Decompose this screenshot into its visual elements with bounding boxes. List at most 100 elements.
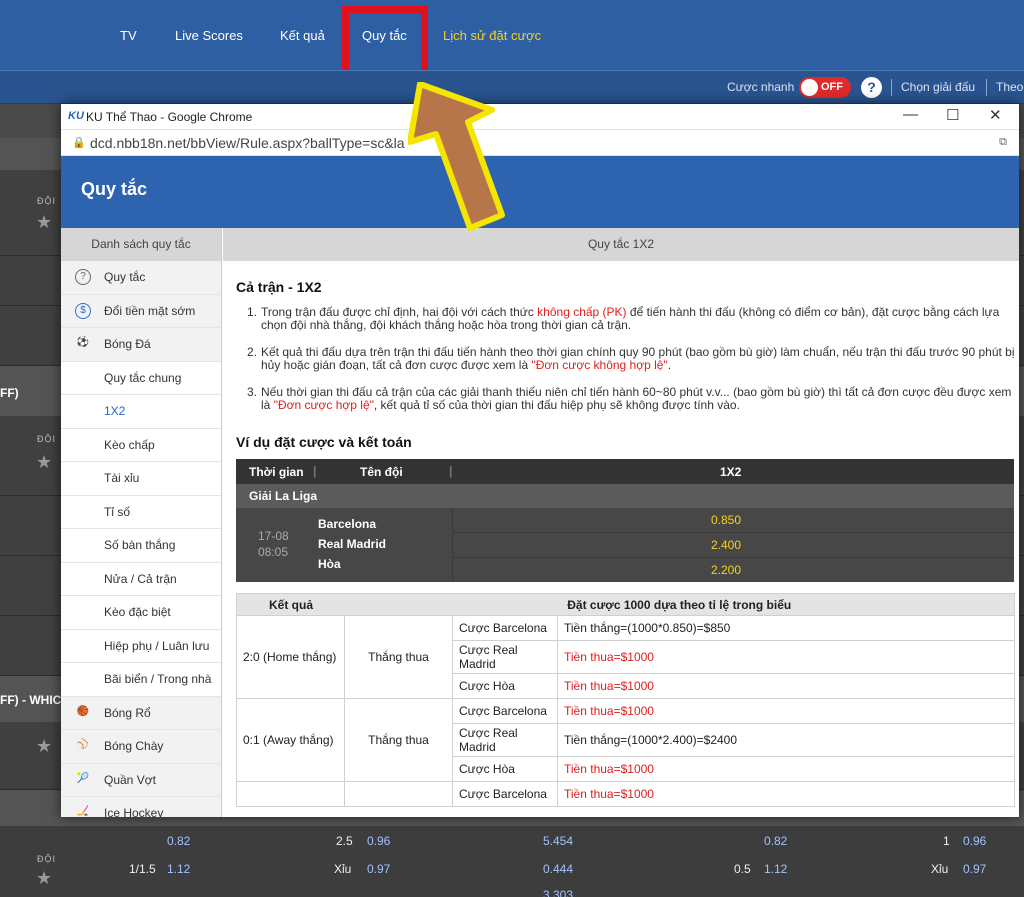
rule-text-part: Trong trận đấu được chỉ định, hai đội vớ… [261,305,538,319]
odds-line: 1 [943,834,950,848]
content-title: Quy tắc 1X2 [223,228,1019,261]
translate-icon[interactable]: ⧉ [999,136,1007,149]
sidebar-item-handicap[interactable]: Kèo chấp [61,429,221,462]
sidebar-item-ice-hockey[interactable]: 🏒 Ice Hockey [61,797,221,817]
favorite-star-icon[interactable]: ★ [36,736,52,757]
nav-live-scores[interactable]: Live Scores [175,28,243,43]
result-cell: 2:0 (Home thắng) [236,615,345,699]
draw-label: Hòa [318,557,341,571]
sidebar-item-1x2[interactable]: 1X2 [61,395,221,429]
league-tag: FF) - WHICH [0,693,70,707]
rule-highlight: "Đơn cược hợp lệ" [273,398,374,412]
help-button[interactable]: ? [861,77,882,98]
rule-number: 3. [247,385,258,399]
sidebar-item-baseball[interactable]: ⚾ Bóng Chày [61,730,221,764]
sidebar-item-correct-score[interactable]: Tỉ số [61,496,221,529]
nav-tv[interactable]: TV [120,28,137,43]
sidebar-item-rules[interactable]: ? Quy tắc [61,261,221,295]
quick-bet-toggle[interactable]: OFF [799,77,851,98]
sidebar-item-tennis[interactable]: 🎾 Quần Vợt [61,763,221,797]
odds-value[interactable]: 3.303 [543,888,573,897]
odds-draw: 2.200 [711,563,742,577]
minimize-button[interactable]: — [903,106,918,123]
team-away: Real Madrid [318,537,387,551]
odds-line: 2.5 [336,834,353,848]
outcome-cell: Tiền thua=$1000 [557,781,1015,807]
settlement-table: Kết quả Đặt cược 1000 dựa theo tỉ lệ tro… [236,593,1015,807]
odds-value[interactable]: 0.82 [764,834,787,848]
col-team: Tên đội [360,465,403,479]
divider [453,557,1014,558]
sidebar-item-special[interactable]: Kèo đặc biệt [61,596,221,630]
sidebar-item-over-under[interactable]: Tài xỉu [61,462,221,496]
choose-league-button[interactable]: Chọn giải đấu [901,80,975,94]
sidebar-item-label: Đổi tiền mặt sớm [104,303,196,318]
sidebar-item-label: Hiệp phụ / Luân lưu [104,638,210,653]
rule-number: 1. [247,305,258,319]
nav-results[interactable]: Kết quả [280,28,325,43]
bottom-odds-row: ĐỘI ★ 0.82 2.5 0.96 5.454 0.82 1 0.96 1/… [0,826,1024,897]
sidebar-item-cashout[interactable]: $ Đổi tiền mặt sớm [61,294,221,328]
address-bar[interactable]: 🔒 dcd.nbb18n.net/bbView/Rule.aspx?ballTy… [61,130,1019,156]
toggle-knob [801,79,818,96]
odds-value[interactable]: 0.96 [963,834,986,848]
sidebar-item-football[interactable]: ⚽ Bóng Đá [61,328,221,362]
divider [986,79,987,96]
team-home: Barcelona [318,517,377,531]
rules-header: Quy tắc [61,156,1019,228]
bet-cell: Cược Barcelona [452,615,558,641]
close-button[interactable]: ✕ [989,106,1002,124]
market-cell: Thắng thua [344,698,453,782]
rule-item: 2. Kết quả thi đấu dựa trên trận thi đấu… [247,346,1017,374]
lock-icon[interactable]: 🔒 [72,136,86,149]
odds-value[interactable]: 0.97 [963,862,986,876]
bet-cell: Cược Hòa [452,756,558,782]
sidebar-item-label: Quần Vợt [104,772,156,787]
odds-value[interactable]: 0.96 [367,834,390,848]
sidebar-item-basketball[interactable]: 🏀 Bóng Rổ [61,696,221,730]
rules-popup-window: KU KU Thể Thao - Google Chrome — ☐ ✕ 🔒 d… [61,104,1019,817]
rules-sidebar: Danh sách quy tắc ? Quy tắc $ Đổi tiền m… [61,228,222,817]
sort-by-button[interactable]: Theo [996,80,1023,94]
odds-value[interactable]: 5.454 [543,834,573,848]
odds-value[interactable]: 1.12 [167,862,190,876]
arrow-shape [408,82,505,231]
sidebar-item-half-full[interactable]: Nửa / Cả trận [61,563,221,596]
rule-item: 1. Trong trận đấu được chỉ định, hai đội… [247,306,1017,334]
window-title: KU Thể Thao - Google Chrome [86,110,253,124]
sidebar-item-total-goals[interactable]: Số bàn thắng [61,529,221,563]
odds-value[interactable]: 0.444 [543,862,573,876]
sidebar-item-label: Bóng Đá [104,337,151,351]
window-titlebar[interactable]: KU KU Thể Thao - Google Chrome — ☐ ✕ [61,104,1019,130]
team-code: ĐỘI [37,196,57,206]
sidebar-item-label: 1X2 [104,404,126,418]
outcome-cell: Tiền thua=$1000 [557,756,1015,782]
favorite-star-icon[interactable]: ★ [36,452,52,473]
sidebar-item-label: Tài xỉu [104,471,140,485]
sidebar-item-label: Nửa / Cả trận [104,571,177,586]
url-text[interactable]: dcd.nbb18n.net/bbView/Rule.aspx?ballType… [90,135,405,151]
rule-number: 2. [247,345,258,359]
bet-cell: Cược Barcelona [452,698,558,724]
sidebar-item-extra-time[interactable]: Hiệp phụ / Luân lưu [61,630,221,663]
col-result: Kết quả [236,593,345,616]
result-cell: 0:1 (Away thắng) [236,698,345,782]
favorite-star-icon[interactable]: ★ [36,212,52,233]
divider: | [449,464,453,478]
sidebar-item-label: Tỉ số [104,504,131,519]
bet-cell: Cược Hòa [452,673,558,699]
nav-bet-history[interactable]: Lịch sử đặt cược [443,28,541,43]
maximize-button[interactable]: ☐ [946,106,959,124]
odds-value[interactable]: 0.82 [167,834,190,848]
odds-value[interactable]: 0.97 [367,862,390,876]
example-title: Ví dụ đặt cược và kết toán [236,434,412,450]
favorite-star-icon[interactable]: ★ [36,868,52,889]
odds-value[interactable]: 1.12 [764,862,787,876]
odds-line: Xỉu [334,862,352,876]
bet-cell: Cược Real Madrid [452,640,558,674]
odds-example-table: Thời gian | Tên đội | 1X2 Giải La Liga 1… [236,459,1014,582]
outcome-cell: Tiền thắng=(1000*2.400)=$2400 [557,723,1015,757]
sidebar-item-label: Kèo đặc biệt [104,605,171,619]
sidebar-item-general-rules[interactable]: Quy tắc chung [61,362,221,395]
sidebar-item-beach-indoor[interactable]: Bãi biển / Trong nhà [61,663,221,697]
